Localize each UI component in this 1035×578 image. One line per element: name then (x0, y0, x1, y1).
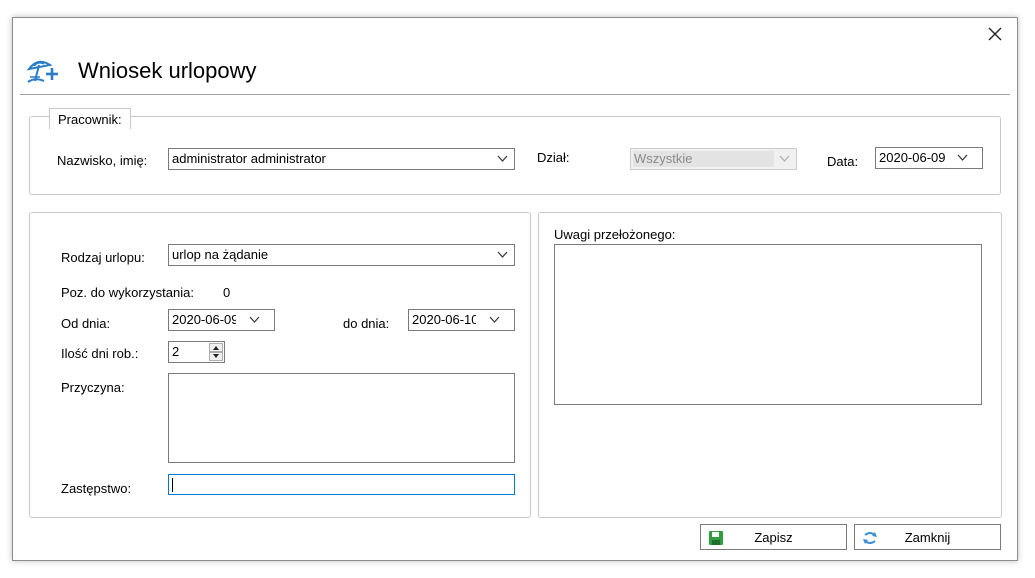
supervisor-notes-textarea[interactable] (554, 244, 982, 405)
title-divider (20, 94, 1010, 95)
beach-umbrella-plus-icon (26, 60, 58, 83)
dept-combobox[interactable]: Wszystkie (630, 148, 797, 170)
days-value: 2 (172, 344, 180, 359)
from-label: Od dnia: (61, 316, 111, 331)
days-label: Ilość dni rob.: (61, 346, 139, 361)
days-stepper[interactable]: 2 (168, 341, 225, 363)
leave-type-combobox[interactable]: urlop na żądanie (168, 244, 515, 266)
to-label: do dnia: (343, 316, 390, 331)
date-value: 2020-06-09 (879, 150, 945, 165)
reason-textarea[interactable] (168, 373, 515, 463)
stepper-down-button[interactable] (209, 352, 223, 361)
leave-type-value: urlop na żądanie (172, 247, 269, 262)
save-button[interactable]: Zapisz (700, 524, 847, 550)
substitute-input[interactable] (168, 474, 515, 495)
from-date-value: 2020-06-09 (172, 312, 236, 327)
name-value: administrator administrator (172, 151, 326, 166)
reason-label: Przyczyna: (61, 380, 125, 395)
chevron-down-icon (489, 316, 500, 323)
dialog-title: Wniosek urlopowy (78, 58, 257, 83)
close-icon[interactable] (986, 26, 1004, 42)
from-date-picker[interactable]: 2020-06-09 (168, 309, 275, 331)
date-label: Data: (827, 154, 859, 169)
substitute-label: Zastępstwo: (61, 481, 132, 496)
triangle-up-icon (213, 346, 219, 350)
chevron-down-icon (497, 251, 508, 258)
stepper-up-button[interactable] (209, 343, 223, 352)
chevron-down-icon (957, 154, 968, 161)
dept-label: Dział: (537, 150, 570, 165)
chevron-down-icon (497, 155, 508, 162)
close-button[interactable]: Zamknij (854, 524, 1001, 550)
chevron-down-icon (779, 155, 790, 162)
stepper-buttons (209, 343, 223, 361)
name-combobox[interactable]: administrator administrator (168, 148, 515, 170)
supervisor-notes-label: Uwagi przełożonego: (554, 227, 676, 242)
leave-type-label: Rodzaj urlopu: (61, 250, 145, 265)
save-label: Zapisz (754, 530, 793, 545)
dept-value: Wszystkie (634, 151, 693, 166)
employee-group-legend: Pracownik: (49, 108, 131, 129)
triangle-down-icon (213, 354, 219, 358)
name-label: Nazwisko, imię: (57, 153, 148, 168)
chevron-down-icon (249, 316, 260, 323)
date-picker[interactable]: 2020-06-09 (875, 147, 983, 169)
close-label: Zamknij (904, 530, 951, 545)
text-caret (172, 478, 173, 492)
remaining-label: Poz. do wykorzystania: (61, 285, 194, 300)
remaining-value: 0 (223, 285, 231, 300)
to-date-picker[interactable]: 2020-06-10 (408, 309, 515, 331)
to-date-value: 2020-06-10 (412, 312, 476, 327)
